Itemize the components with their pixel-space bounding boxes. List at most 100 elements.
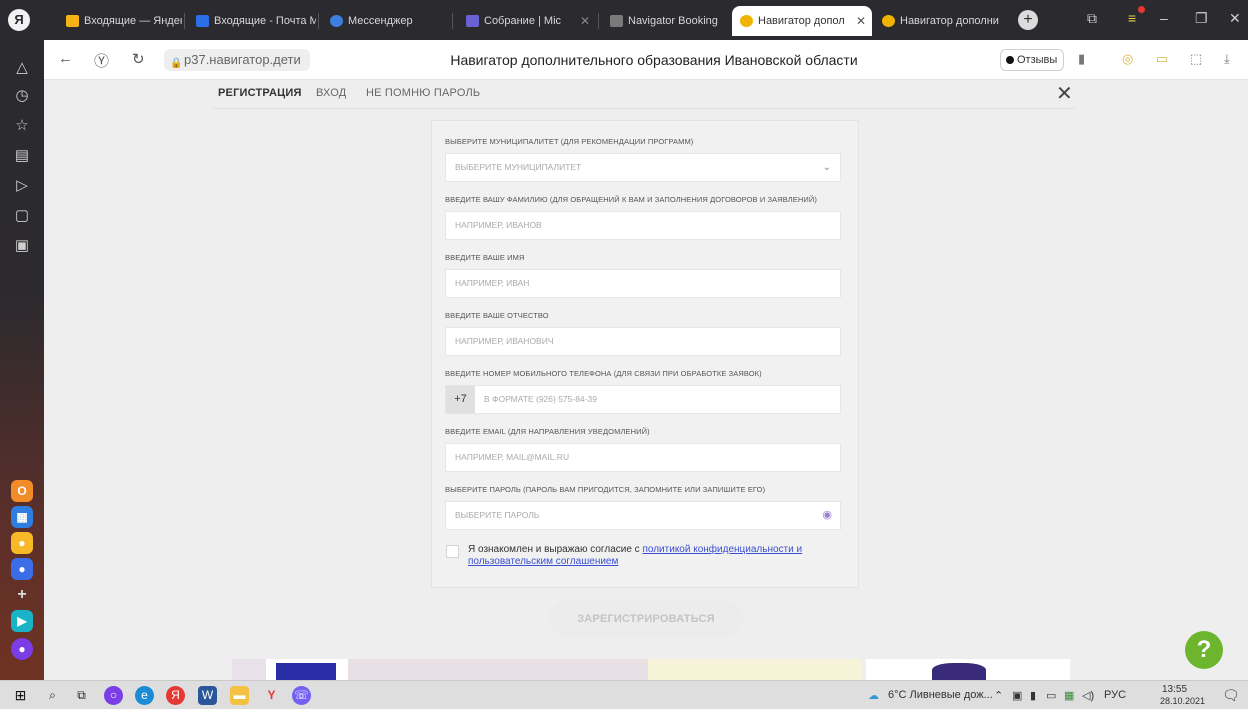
yandex-browser-taskbar-icon[interactable]: Я xyxy=(166,686,185,705)
notifications-icon[interactable]: ≡ xyxy=(1128,10,1136,26)
phone-label: ВВЕДИТЕ НОМЕР МОБИЛЬНОГО ТЕЛЕФОНА (ДЛЯ С… xyxy=(445,369,762,378)
app-market-icon[interactable]: ▦ xyxy=(11,506,33,528)
add-app-icon[interactable]: + xyxy=(11,584,33,606)
registration-page: РЕГИСТРАЦИЯ ВХОД НЕ ПОМНЮ ПАРОЛЬ ✕ ВЫБЕР… xyxy=(44,80,1248,680)
yandex-home-icon[interactable]: Ⓨ xyxy=(94,50,109,71)
program-card[interactable] xyxy=(866,659,1070,680)
history-icon[interactable]: ◷ xyxy=(12,86,32,106)
agreement-checkbox[interactable] xyxy=(446,545,459,558)
eye-icon[interactable]: ◉ xyxy=(822,502,832,529)
tab-close-icon[interactable]: ✕ xyxy=(580,6,590,36)
card-image-logo xyxy=(276,663,336,680)
alice-icon[interactable]: ● xyxy=(11,638,33,660)
tab-separator xyxy=(452,13,453,29)
window-close-icon[interactable]: ✕ xyxy=(1229,10,1241,27)
tab-messenger[interactable]: Мессенджер xyxy=(322,6,442,36)
browser-sidebar: △ ◷ ☆ ▤ ▷ ▢ ▣ О ▦ ● ● + ▶ ● xyxy=(0,40,44,680)
name-input[interactable]: НАПРИМЕР, ИВАН xyxy=(445,269,841,298)
battery-icon[interactable]: ▭ xyxy=(1046,689,1056,702)
tab-forgot-password[interactable]: НЕ ПОМНЮ ПАРОЛЬ xyxy=(366,87,480,99)
agreement-text: Я ознакомлен и выражаю согласие с полити… xyxy=(468,544,848,568)
reviews-button[interactable]: Отзывы xyxy=(1000,49,1065,71)
language-indicator[interactable]: РУС xyxy=(1104,689,1126,701)
email-input[interactable]: НАПРИМЕР, MAIL@MAIL.RU xyxy=(445,443,841,472)
bell-icon[interactable]: △ xyxy=(12,58,32,78)
email-placeholder: НАПРИМЕР, MAIL@MAIL.RU xyxy=(455,452,570,462)
clock-date[interactable]: 28.10.2021 xyxy=(1160,696,1205,706)
tab-teams-meeting[interactable]: Собрание | Mic ✕ xyxy=(458,6,596,36)
surname-placeholder: НАПРИМЕР, ИВАНОВ xyxy=(455,220,542,230)
close-icon[interactable]: ✕ xyxy=(1056,81,1073,106)
patronymic-input[interactable]: НАПРИМЕР, ИВАНОВИЧ xyxy=(445,327,841,356)
extensions-icon[interactable]: ⬚ xyxy=(1190,51,1202,67)
reviews-icon xyxy=(1006,56,1014,64)
download-icon[interactable]: ⤓ xyxy=(1224,51,1230,67)
tray-app-icon[interactable]: ▣ xyxy=(1012,689,1022,702)
bookmark-icon[interactable]: ▮ xyxy=(1078,51,1085,67)
tab-label: Мессенджер xyxy=(348,15,413,27)
register-button[interactable]: ЗАРЕГИСТРИРОВАТЬСЯ xyxy=(549,600,743,638)
tab-navigator-second[interactable]: Навигатор дополни xyxy=(874,6,1006,36)
municipality-select[interactable]: ВЫБЕРИТЕ МУНИЦИПАЛИТЕТ ⌄ xyxy=(445,153,841,182)
minimize-icon[interactable]: – xyxy=(1160,10,1168,26)
tab-navigator-active[interactable]: Навигатор допол ✕ xyxy=(732,6,872,36)
app-play-icon[interactable]: ▶ xyxy=(11,610,33,632)
battery-saver-icon[interactable]: ▭ xyxy=(1156,51,1168,67)
new-tab-button[interactable]: + xyxy=(1018,10,1038,30)
program-card[interactable] xyxy=(648,659,862,680)
weather-text[interactable]: 6°C Ливневые дож... xyxy=(888,689,993,701)
back-arrow-icon[interactable]: ← xyxy=(58,50,73,67)
network-icon[interactable]: ▦ xyxy=(1064,689,1074,702)
file-explorer-icon[interactable]: ▬ xyxy=(230,686,249,705)
calendar-icon[interactable]: ▢ xyxy=(12,206,32,226)
surname-input[interactable]: НАПРИМЕР, ИВАНОВ xyxy=(445,211,841,240)
name-placeholder: НАПРИМЕР, ИВАН xyxy=(455,278,530,288)
collections-icon[interactable]: ▤ xyxy=(12,146,32,166)
yandex-browser-logo-icon[interactable]: Я xyxy=(8,9,30,31)
yandex-icon[interactable]: Y xyxy=(262,686,281,705)
media-play-icon[interactable]: ▷ xyxy=(12,176,32,196)
program-card[interactable] xyxy=(232,659,652,680)
tab-registration[interactable]: РЕГИСТРАЦИЯ xyxy=(218,87,302,99)
search-icon[interactable]: ⌕ xyxy=(43,686,62,705)
alice-taskbar-icon[interactable]: ○ xyxy=(104,686,123,705)
registration-form: ВЫБЕРИТЕ МУНИЦИПАЛИТЕТ (ДЛЯ РЕКОМЕНДАЦИИ… xyxy=(431,120,859,588)
app-mail-icon[interactable]: ● xyxy=(11,532,33,554)
app-ok-icon[interactable]: О xyxy=(11,480,33,502)
task-view-icon[interactable]: ⧉ xyxy=(72,686,91,705)
tab-label: Собрание | Mic xyxy=(484,15,562,27)
tab-label: Навигатор дополни xyxy=(900,15,999,27)
viber-icon[interactable]: ☏ xyxy=(292,686,311,705)
downloads-icon[interactable]: ▣ xyxy=(12,236,32,256)
windows-taskbar: ⊞ ⌕ ⧉ ○ e Я W ▬ Y ☏ ☁ 6°C Ливневые дож..… xyxy=(0,680,1248,709)
volume-icon[interactable]: ◁) xyxy=(1082,689,1094,702)
tab-navigator-booking[interactable]: Navigator Booking xyxy=(602,6,728,36)
bookmarks-star-icon[interactable]: ☆ xyxy=(12,116,32,136)
phone-input[interactable]: +7 В ФОРМАТЕ (926) 575-84-39 xyxy=(445,385,841,414)
tabs-menu-icon[interactable]: ⧉ xyxy=(1087,10,1097,27)
microphone-icon[interactable]: ▮ xyxy=(1030,689,1036,702)
notification-center-icon[interactable]: 🗨 xyxy=(1222,687,1240,704)
clock-time[interactable]: 13:55 xyxy=(1162,684,1187,695)
agreement-prefix: Я ознакомлен и выражаю согласие с xyxy=(468,544,643,555)
tab-login[interactable]: ВХОД xyxy=(316,87,346,99)
edge-icon[interactable]: e xyxy=(135,686,154,705)
restore-icon[interactable]: ❐ xyxy=(1195,10,1208,27)
reload-icon[interactable]: ↻ xyxy=(132,50,145,68)
email-label: ВВЕДИТЕ EMAIL (ДЛЯ НАПРАВЛЕНИЯ УВЕДОМЛЕН… xyxy=(445,427,650,436)
tab-separator xyxy=(318,13,319,29)
protect-icon[interactable]: ◎ xyxy=(1122,51,1133,67)
tab-close-icon[interactable]: ✕ xyxy=(856,6,866,36)
navigator-logo-icon xyxy=(882,15,895,27)
address-input[interactable]: 🔒 р37.навигатор.дети xyxy=(164,49,310,71)
tray-chevron-up-icon[interactable]: ⌃ xyxy=(994,689,1003,702)
tab-yandex-mail[interactable]: Входящие — Яндекс xyxy=(58,6,182,36)
word-icon[interactable]: W xyxy=(198,686,217,705)
windows-start-icon[interactable]: ⊞ xyxy=(11,686,30,705)
help-button[interactable]: ? xyxy=(1185,631,1223,669)
card-image xyxy=(232,659,266,680)
tab-mail-ru[interactable]: Входящие - Почта Mail xyxy=(188,6,316,36)
app-messenger-icon[interactable]: ● xyxy=(11,558,33,580)
tab-separator xyxy=(184,13,185,29)
password-input[interactable]: ВЫБЕРИТЕ ПАРОЛЬ ◉ xyxy=(445,501,841,530)
